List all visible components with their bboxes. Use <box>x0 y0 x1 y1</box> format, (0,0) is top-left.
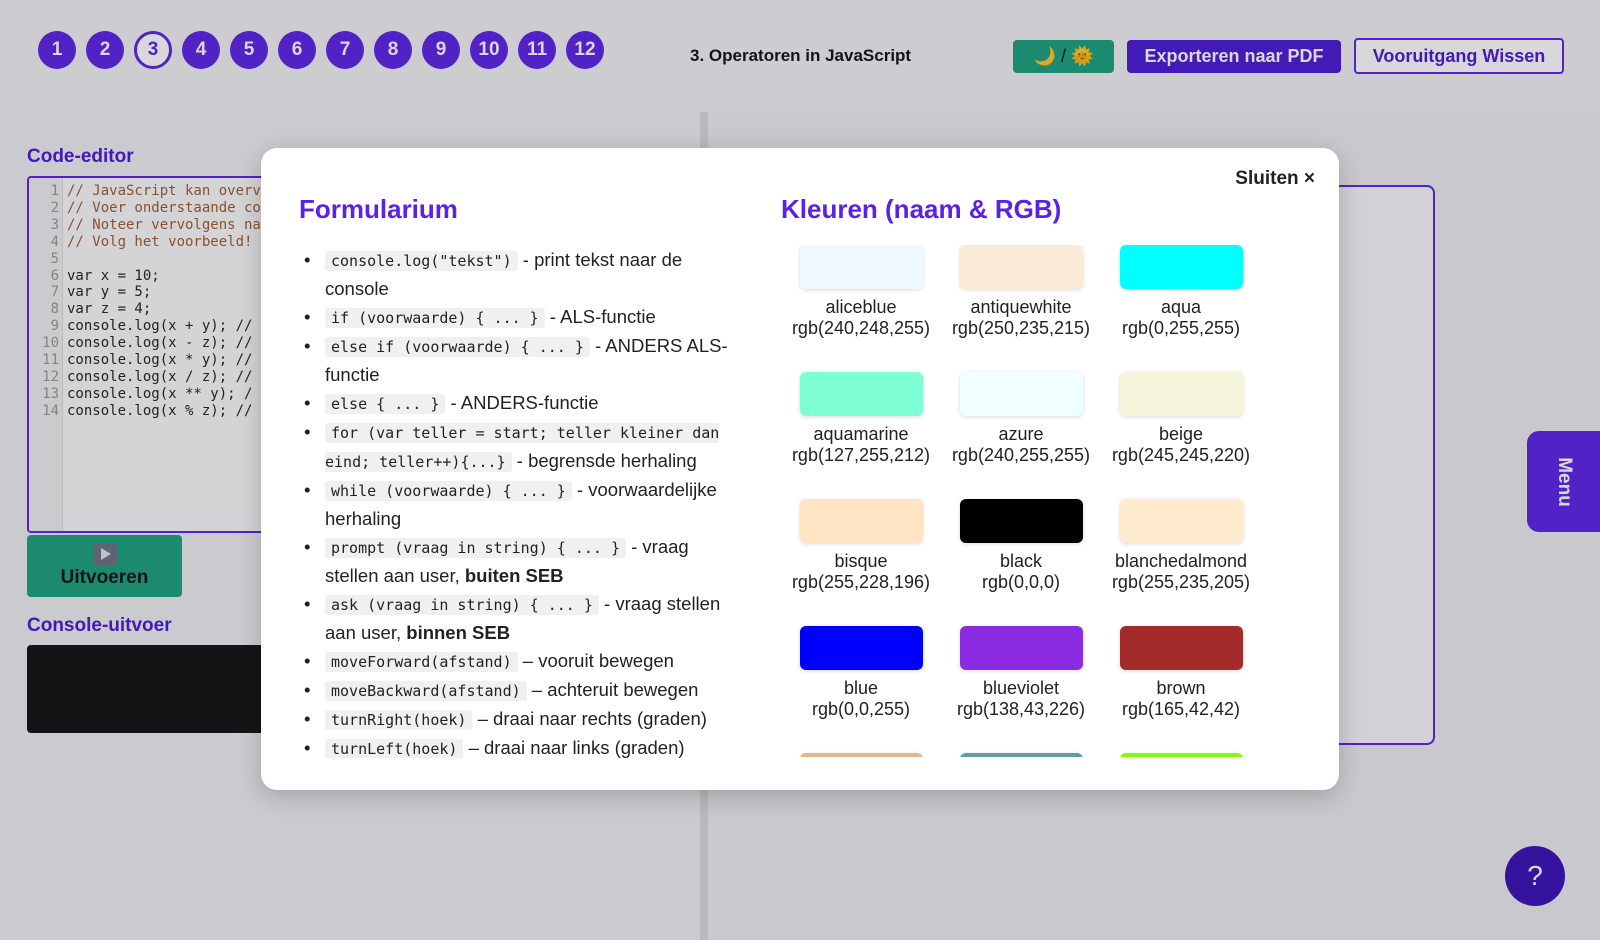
formula-code: if (voorwaarde) { ... } <box>325 308 545 328</box>
formula-item: for (var teller = start; teller kleiner … <box>299 418 729 476</box>
formula-item: else { ... } - ANDERS-functie <box>299 389 729 418</box>
color-rgb: rgb(138,43,226) <box>956 699 1086 719</box>
color-name: antiquewhite <box>970 297 1072 317</box>
color-swatch <box>1119 753 1243 757</box>
formula-item: moveForward(afstand) – vooruit bewegen <box>299 647 729 676</box>
formula-description: – draai naar links (graden) <box>463 737 685 758</box>
color-swatch <box>1119 372 1243 416</box>
formulas-title: Formularium <box>299 194 458 224</box>
color-card-aquamarine: aquamarine rgb(127,255,212) <box>781 372 941 499</box>
formula-code: moveForward(afstand) <box>325 652 518 672</box>
color-swatch <box>799 626 923 670</box>
color-name: aquamarine <box>813 424 909 444</box>
close-button[interactable]: Sluiten × <box>1235 168 1315 190</box>
formula-code: moveBackward(afstand) <box>325 681 527 701</box>
color-swatch <box>959 753 1083 757</box>
color-rgb: rgb(250,235,215) <box>951 318 1091 338</box>
color-name: aqua <box>1160 297 1202 317</box>
color-rgb: rgb(245,245,220) <box>1111 445 1251 465</box>
color-rgb: rgb(240,248,255) <box>791 318 931 338</box>
color-card-blanchedalmond: blanchedalmond rgb(255,235,205) <box>1101 499 1261 626</box>
formula-item: prompt (vraag in string) { ... } - vraag… <box>299 533 729 590</box>
formula-description: – vooruit bewegen <box>517 650 674 671</box>
color-swatch <box>959 372 1083 416</box>
formula-code: turnRight(hoek) <box>325 710 473 730</box>
color-rgb: rgb(255,235,205) <box>1111 572 1251 592</box>
color-swatch <box>1119 245 1243 289</box>
formula-description: - ANDERS-functie <box>445 392 599 413</box>
color-card-blue: blue rgb(0,0,255) <box>781 626 941 753</box>
color-swatch <box>799 372 923 416</box>
color-swatch <box>959 626 1083 670</box>
color-rgb: rgb(165,42,42) <box>1121 699 1241 719</box>
formula-code: while (voorwaarde) { ... } <box>325 481 572 501</box>
color-name: blue <box>843 678 879 698</box>
color-name: bisque <box>834 551 888 571</box>
formula-code: prompt (vraag in string) { ... } <box>325 538 626 558</box>
formula-item: ask (vraag in string) { ... } - vraag st… <box>299 590 729 647</box>
formula-code: turnLeft(hoek) <box>325 739 464 758</box>
color-name: beige <box>1158 424 1204 444</box>
color-rgb: rgb(240,255,255) <box>951 445 1091 465</box>
color-swatch <box>1119 626 1243 670</box>
color-name: blanchedalmond <box>1114 551 1248 571</box>
color-card-aqua: aqua rgb(0,255,255) <box>1101 245 1261 372</box>
color-rgb: rgb(0,255,255) <box>1121 318 1241 338</box>
color-card-black: black rgb(0,0,0) <box>941 499 1101 626</box>
color-card-beige: beige rgb(245,245,220) <box>1101 372 1261 499</box>
color-grid: aliceblue rgb(240,248,255) antiquewhite rgb… <box>781 245 1261 757</box>
color-name: aliceblue <box>825 297 897 317</box>
color-card-aliceblue: aliceblue rgb(240,248,255) <box>781 245 941 372</box>
formula-emphasis: buiten SEB <box>464 565 564 586</box>
formulary-modal: Sluiten × Formularium Kleuren (naam & RG… <box>261 148 1339 790</box>
formula-code: else { ... } <box>325 394 446 414</box>
color-card-blueviolet: blueviolet rgb(138,43,226) <box>941 626 1101 753</box>
color-card-partial <box>941 753 1101 757</box>
color-swatch <box>799 499 923 543</box>
formula-description: – draai naar rechts (graden) <box>472 708 707 729</box>
formula-item: console.log("tekst") - print tekst naar … <box>299 246 729 303</box>
color-card-antiquewhite: antiquewhite rgb(250,235,215) <box>941 245 1101 372</box>
formula-code: ask (vraag in string) { ... } <box>325 595 599 615</box>
formula-item: else if (voorwaarde) { ... } - ANDERS AL… <box>299 332 729 389</box>
formula-item: while (voorwaarde) { ... } - voorwaardel… <box>299 476 729 533</box>
color-card-partial <box>1101 753 1261 757</box>
color-name: black <box>999 551 1043 571</box>
color-card-bisque: bisque rgb(255,228,196) <box>781 499 941 626</box>
color-card-azure: azure rgb(240,255,255) <box>941 372 1101 499</box>
formula-description: - begrensde herhaling <box>511 450 697 471</box>
formula-item: if (voorwaarde) { ... } - ALS-functie <box>299 303 729 332</box>
color-card-partial <box>781 753 941 757</box>
color-rgb: rgb(0,0,255) <box>811 699 911 719</box>
colors-title: Kleuren (naam & RGB) <box>781 194 1062 224</box>
formula-description: - ALS-functie <box>544 306 656 327</box>
color-rgb: rgb(255,228,196) <box>791 572 931 592</box>
color-rgb: rgb(0,0,0) <box>981 572 1061 592</box>
color-card-brown: brown rgb(165,42,42) <box>1101 626 1261 753</box>
color-swatch <box>959 499 1083 543</box>
color-name: azure <box>998 424 1044 444</box>
formula-code: console.log("tekst") <box>325 251 518 271</box>
color-swatch <box>1119 499 1243 543</box>
color-name: blueviolet <box>982 678 1060 698</box>
formula-item: turnRight(hoek) – draai naar rechts (gra… <box>299 705 729 734</box>
color-swatch <box>799 245 923 289</box>
color-swatch <box>959 245 1083 289</box>
formula-description: – achteruit bewegen <box>526 679 699 700</box>
formula-code: else if (voorwaarde) { ... } <box>325 337 590 357</box>
formula-list: console.log("tekst") - print tekst naar … <box>299 246 729 758</box>
color-name: brown <box>1156 678 1206 698</box>
formula-item: moveBackward(afstand) – achteruit bewege… <box>299 676 729 705</box>
color-swatch <box>799 753 923 757</box>
color-rgb: rgb(127,255,212) <box>791 445 931 465</box>
formula-item: turnLeft(hoek) – draai naar links (grade… <box>299 734 729 758</box>
formula-emphasis: binnen SEB <box>406 622 511 643</box>
